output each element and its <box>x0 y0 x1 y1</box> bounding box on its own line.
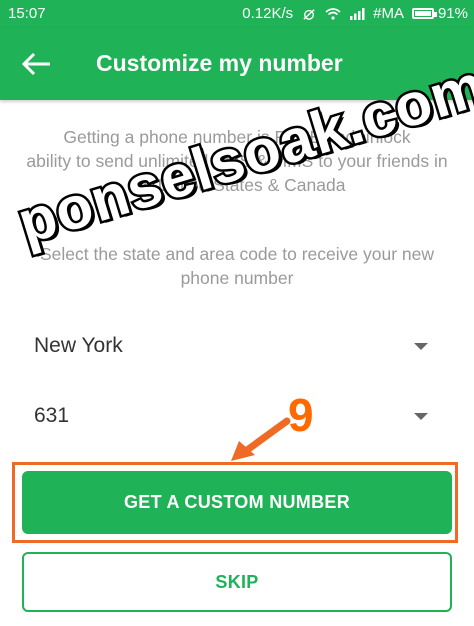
carrier-label: #MA <box>373 5 404 22</box>
intro-line: Getting a phone number is FREE and unloc… <box>63 127 411 147</box>
get-custom-number-button[interactable]: GET A CUSTOM NUMBER <box>22 471 452 534</box>
state-value: New York <box>34 334 123 357</box>
skip-button[interactable]: SKIP <box>22 552 452 612</box>
wifi-icon <box>325 7 341 20</box>
status-right-group: 0.12K/s #MA 91% <box>242 5 468 22</box>
status-time: 15:07 <box>8 5 46 22</box>
intro-line: ability to send unlimited SMS & MMS to y… <box>26 151 448 171</box>
instruction-line: phone number <box>180 268 294 288</box>
instruction-text: Select the state and area code to receiv… <box>18 242 456 290</box>
app-bar: Customize my number <box>0 28 474 100</box>
battery-icon <box>411 8 437 19</box>
intro-text: Getting a phone number is FREE and unloc… <box>18 125 456 197</box>
alarm-off-icon <box>303 8 315 20</box>
status-bar: 15:07 0.12K/s #MA 91% <box>0 0 474 28</box>
dropdown-arrow-icon <box>414 413 428 420</box>
state-dropdown[interactable]: New York <box>34 326 434 366</box>
signal-icon <box>350 7 365 20</box>
network-speed: 0.12K/s <box>242 5 294 22</box>
intro-line: the United States & Canada <box>128 175 346 195</box>
instruction-line: Select the state and area code to receiv… <box>40 244 434 264</box>
page-title: Customize my number <box>96 50 343 76</box>
step-number-label: 9 <box>288 389 314 441</box>
arrow-left-icon[interactable] <box>20 50 54 78</box>
battery-indicator: 91% <box>411 5 468 22</box>
battery-percent: 91% <box>437 5 468 22</box>
dropdown-arrow-icon <box>414 343 428 350</box>
annotation-arrow-icon <box>231 417 291 461</box>
area-code-value: 631 <box>34 404 70 427</box>
